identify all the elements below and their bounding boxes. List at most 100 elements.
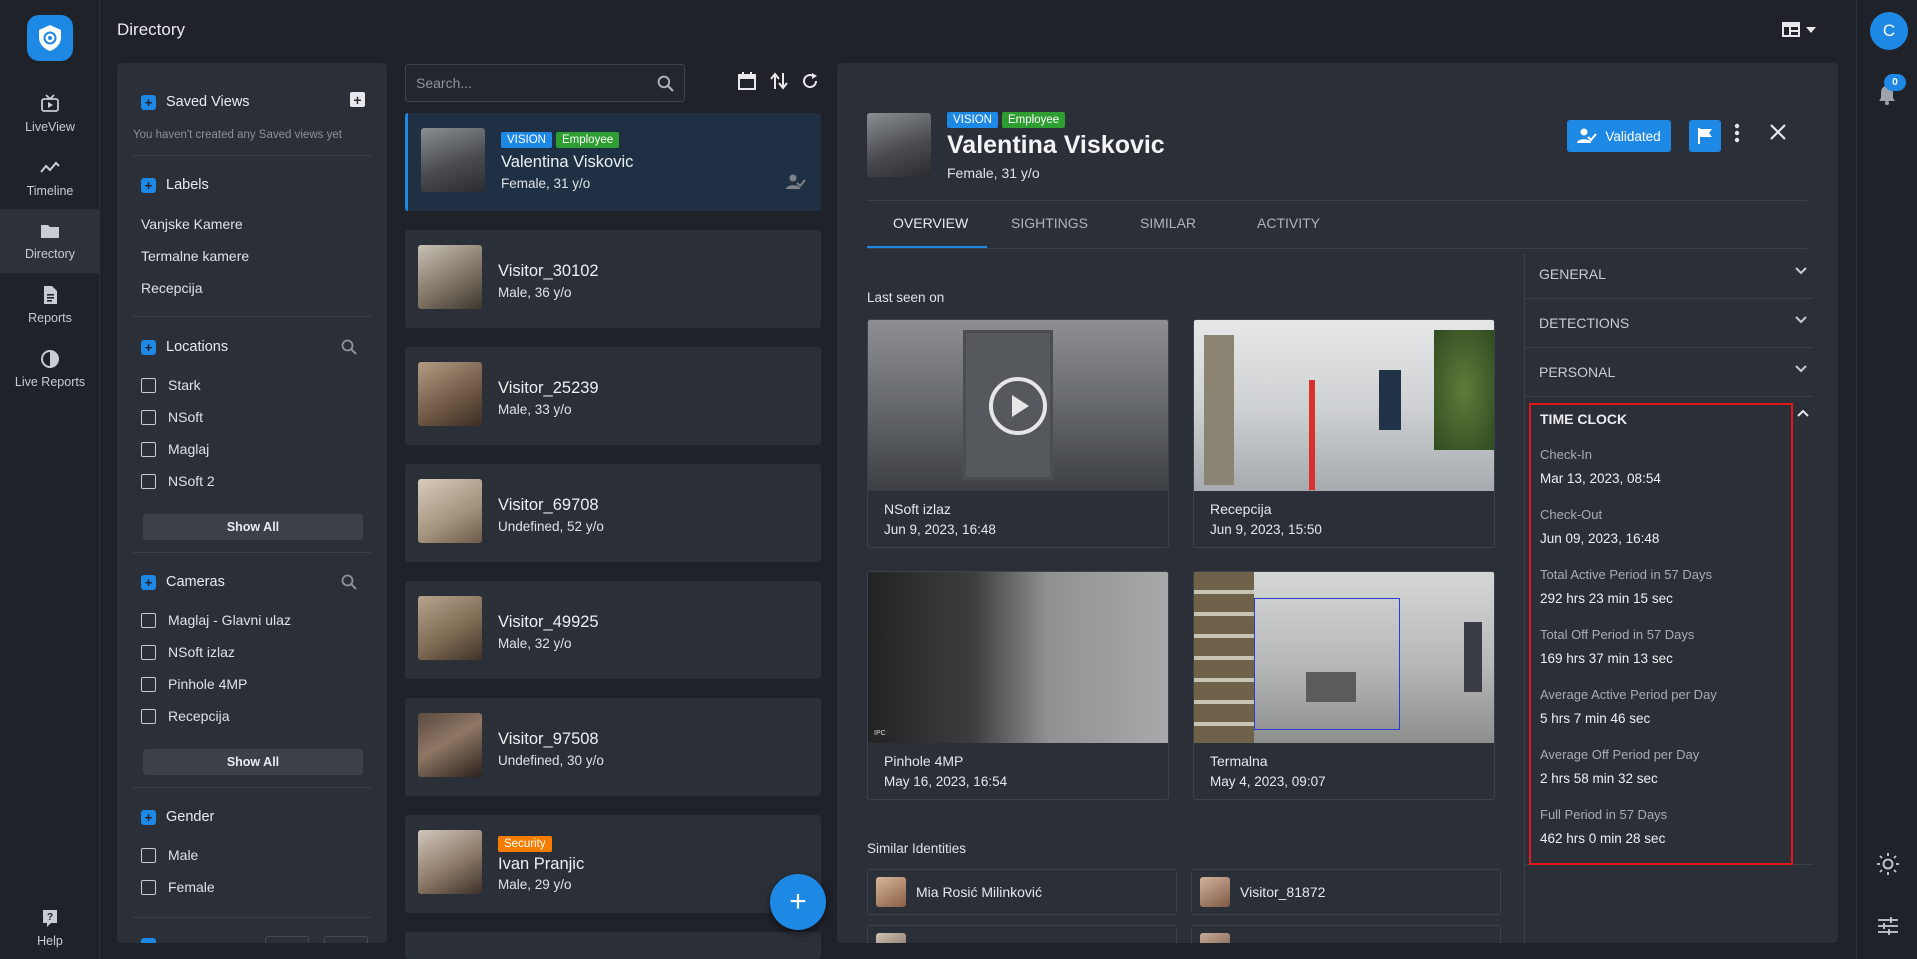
camera-checkbox[interactable]: Pinhole 4MP [141, 676, 247, 692]
sighting-card[interactable]: Recepcija Jun 9, 2023, 15:50 [1193, 319, 1495, 548]
search-icon[interactable] [341, 574, 357, 593]
similar-identity-item[interactable]: Visitor_81872 [1191, 869, 1501, 915]
tab-similar[interactable]: SIMILAR [1140, 215, 1196, 231]
tab-overview[interactable]: OVERVIEW [893, 215, 968, 231]
more-vertical-icon[interactable] [1734, 123, 1740, 146]
layout-switcher[interactable] [1782, 22, 1816, 37]
close-icon[interactable] [1769, 123, 1787, 144]
checkbox[interactable] [141, 879, 156, 895]
add-identity-button[interactable]: + [770, 874, 826, 930]
checkbox[interactable] [141, 644, 156, 660]
location-checkbox[interactable]: NSoft 2 [141, 473, 215, 489]
range-input[interactable] [265, 936, 309, 943]
floor-mat [1306, 672, 1356, 702]
result-card-selected[interactable]: VISION Employee Valentina Viskovic Female… [405, 113, 821, 211]
refresh-icon[interactable] [801, 72, 819, 93]
similar-identity-item[interactable] [1191, 925, 1501, 943]
search-icon[interactable] [341, 339, 357, 358]
accordion-detections[interactable]: DETECTIONS [1525, 300, 1813, 348]
checkbox[interactable] [141, 708, 156, 724]
range-input[interactable] [324, 936, 368, 943]
tab-activity[interactable]: ACTIVITY [1257, 215, 1320, 231]
play-icon[interactable] [989, 377, 1047, 435]
camera-checkbox[interactable]: Maglaj - Glavni ulaz [141, 612, 291, 628]
search-icon[interactable] [657, 75, 674, 92]
locations-show-all-button[interactable]: Show All [143, 514, 363, 540]
result-card[interactable]: Security Ivan Pranjic Male, 29 y/o [405, 815, 821, 913]
plus-icon: + [141, 574, 156, 590]
tag-group: VISION Employee [947, 110, 1069, 128]
left-navigation: LiveView Timeline Directory Reports Live… [0, 0, 100, 959]
brightness-icon[interactable] [1877, 853, 1899, 878]
sort-icon[interactable] [770, 72, 788, 93]
checkbox[interactable] [141, 409, 156, 425]
svg-text:?: ? [47, 912, 53, 923]
chevron-up-icon[interactable] [1797, 409, 1809, 417]
checkbox[interactable] [141, 612, 156, 628]
sighting-card[interactable]: Termalna May 4, 2023, 09:07 [1193, 571, 1495, 800]
cameras-show-all-button[interactable]: Show All [143, 749, 363, 775]
nav-directory[interactable]: Directory [0, 209, 100, 273]
plus-icon: + [141, 94, 156, 110]
checkbox[interactable] [141, 473, 156, 489]
time-clock-field-value: 5 hrs 7 min 46 sec [1540, 711, 1651, 726]
kiosk-shape [1464, 622, 1482, 692]
calendar-icon[interactable] [738, 72, 756, 93]
saved-views-note: You haven't created any Saved views yet [133, 129, 342, 141]
location-checkbox[interactable]: Stark [141, 377, 201, 393]
checkbox[interactable] [141, 441, 156, 457]
user-avatar[interactable]: C [1870, 12, 1908, 50]
validated-button[interactable]: Validated [1567, 120, 1671, 152]
right-rail [1856, 0, 1917, 959]
accordion-general[interactable]: GENERAL [1525, 251, 1813, 299]
flag-icon [1698, 128, 1712, 144]
result-card[interactable]: Visitor_97508 Undefined, 30 y/o [405, 698, 821, 796]
label-item[interactable]: Recepcija [141, 280, 202, 296]
identity-photo [867, 113, 931, 177]
label-item[interactable]: Vanjske Kamere [141, 216, 243, 232]
plus-icon: + [141, 177, 156, 193]
result-card[interactable] [405, 932, 821, 959]
result-meta: Male, 36 y/o [498, 285, 572, 300]
locations-header: + Locations [141, 339, 228, 355]
nav-help[interactable]: ? Help [0, 900, 100, 956]
divider [133, 552, 371, 553]
checkbox-label: Maglaj - Glavni ulaz [168, 612, 291, 628]
time-clock-title[interactable]: TIME CLOCK [1540, 411, 1627, 427]
sighting-card[interactable]: NSoft izlaz Jun 9, 2023, 16:48 [867, 319, 1169, 548]
flag-button[interactable] [1689, 120, 1721, 152]
settings-sliders-icon[interactable] [1878, 917, 1898, 938]
result-card[interactable]: Visitor_69708 Undefined, 52 y/o [405, 464, 821, 562]
gender-checkbox[interactable]: Male [141, 847, 198, 863]
result-card[interactable]: Visitor_49925 Male, 32 y/o [405, 581, 821, 679]
similar-identity-item[interactable]: Mia Rosić Milinković [867, 869, 1177, 915]
nav-timeline[interactable]: Timeline [0, 146, 100, 210]
face-thumbnail [876, 933, 906, 943]
search-placeholder: Search... [416, 75, 473, 91]
page-title: Directory [117, 20, 186, 39]
location-checkbox[interactable]: Maglaj [141, 441, 209, 457]
accordion-label: GENERAL [1539, 266, 1606, 282]
nav-live-reports[interactable]: Live Reports [0, 337, 100, 401]
checkbox[interactable] [141, 847, 156, 863]
location-checkbox[interactable]: NSoft [141, 409, 203, 425]
camera-checkbox[interactable]: NSoft izlaz [141, 644, 235, 660]
tab-sightings[interactable]: SIGHTINGS [1011, 215, 1088, 231]
label-item[interactable]: Termalne kamere [141, 248, 249, 264]
nav-liveview[interactable]: LiveView [0, 82, 100, 146]
result-card[interactable]: Visitor_30102 Male, 36 y/o [405, 230, 821, 328]
checkbox[interactable] [141, 676, 156, 692]
similar-identity-item[interactable] [867, 925, 1177, 943]
nav-reports[interactable]: Reports [0, 273, 100, 337]
result-card[interactable]: Visitor_25239 Male, 33 y/o [405, 347, 821, 445]
add-saved-view-button[interactable]: + [350, 92, 365, 108]
gender-checkbox[interactable]: Female [141, 879, 215, 895]
sighting-card[interactable]: IPC Pinhole 4MP May 16, 2023, 16:54 [867, 571, 1169, 800]
camera-checkbox[interactable]: Recepcija [141, 708, 229, 724]
search-input[interactable]: Search... [405, 64, 685, 102]
checkbox[interactable] [141, 377, 156, 393]
app-logo[interactable] [27, 15, 73, 61]
time-clock-field-label: Total Active Period in 57 Days [1540, 567, 1712, 582]
sighting-location: NSoft izlaz [884, 501, 951, 517]
accordion-personal[interactable]: PERSONAL [1525, 349, 1813, 397]
